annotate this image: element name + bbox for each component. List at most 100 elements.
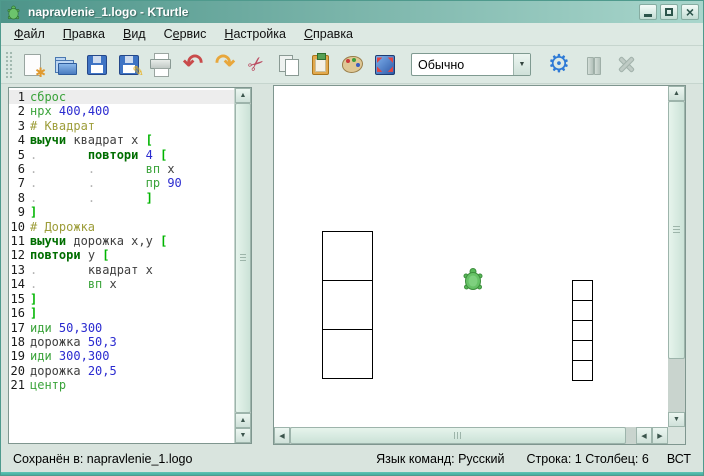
scroll-left-button[interactable]: ◀ [274,427,290,444]
menu-help[interactable]: Справка [295,25,362,43]
run-controls: ⚙ [543,50,643,80]
canvas-hscroll-track[interactable] [290,427,636,444]
code-line-1[interactable]: 1сброс [9,90,235,104]
scroll-down-icon: ▼ [240,432,247,439]
fullscreen-button[interactable]: ◤◥◣◢ [370,50,400,80]
print-button[interactable] [146,50,176,80]
minimize-button[interactable] [639,4,657,20]
code-text: . . ] [30,191,153,205]
code-line-14[interactable]: 14. вп x [9,277,235,291]
save-as-icon: ✎ [117,53,141,77]
run-button[interactable]: ⚙ [544,50,574,80]
scroll-up-icon: ▲ [240,92,247,99]
scroll-left-button-2[interactable]: ◀ [636,427,652,444]
line-number: 11 [9,234,25,248]
colors-button[interactable] [338,50,368,80]
code-text: иди 50,300 [30,321,102,335]
code-line-8[interactable]: 8. . ] [9,191,235,205]
canvas-vscroll-track[interactable] [668,101,685,412]
code-line-9[interactable]: 9] [9,205,235,219]
code-line-15[interactable]: 15] [9,292,235,306]
editor-scrollbar-thumb[interactable] [235,103,251,413]
redo-button[interactable]: ↷ [210,50,240,80]
menu-view[interactable]: Вид [114,25,155,43]
scroll-up-icon: ▲ [240,417,247,424]
code-text: ] [30,292,37,306]
new-file-button[interactable]: ✱ [18,50,48,80]
code-text: ] [30,306,37,320]
scroll-up-button[interactable]: ▲ [668,86,685,101]
scroll-up-button[interactable]: ▲ [235,88,251,103]
code-editor[interactable]: 1сброс2нрх 400,4003# Квадрат4выучи квадр… [9,88,235,443]
menu-file[interactable]: Файл [5,25,54,43]
code-line-4[interactable]: 4выучи квадрат x [ [9,133,235,147]
cut-button[interactable]: ✂ [242,50,272,80]
code-line-19[interactable]: 19иди 300,300 [9,349,235,363]
status-cursor-position: Строка: 1 Столбец: 6 [526,452,648,466]
maximize-button[interactable] [660,4,678,20]
scrollbar-corner [668,427,685,444]
close-button[interactable]: × [681,4,699,20]
code-line-7[interactable]: 7. . пр 90 [9,176,235,190]
menu-edit[interactable]: Правка [54,25,114,43]
canvas-vscroll-thumb[interactable] [668,101,685,359]
menubar: ФайлПравкаВидСервисНастройкаСправка [1,23,703,46]
code-line-12[interactable]: 12повтори y [ [9,248,235,262]
scroll-down-button[interactable]: ▼ [668,412,685,427]
code-line-13[interactable]: 13. квадрат x [9,263,235,277]
code-text: дорожка 20,5 [30,364,117,378]
main-area: 1сброс2нрх 400,4003# Квадрат4выучи квадр… [1,84,703,446]
close-icon: × [686,6,694,18]
paste-button[interactable] [306,50,336,80]
drawn-square-large [322,280,373,330]
save-button[interactable] [82,50,112,80]
editor-scrollbar-track[interactable] [235,103,251,413]
code-line-16[interactable]: 16] [9,306,235,320]
canvas-horizontal-scrollbar[interactable]: ◀ ◀ ▶ [274,427,668,444]
menu-tools[interactable]: Сервис [155,25,216,43]
status-command-language: Язык команд: Русский [376,452,504,466]
status-saved-text: Сохранён в: napravlenie_1.logo [13,452,192,466]
canvas-hscroll-thumb[interactable] [290,427,626,444]
window-title: napravlenie_1.logo - KTurtle [28,5,188,19]
toolbar-drag-handle[interactable] [5,51,13,79]
code-line-17[interactable]: 17иди 50,300 [9,321,235,335]
code-line-3[interactable]: 3# Квадрат [9,119,235,133]
open-file-button[interactable] [50,50,80,80]
code-line-6[interactable]: 6. . вп x [9,162,235,176]
code-text: центр [30,378,66,392]
code-line-11[interactable]: 11выучи дорожка x,y [ [9,234,235,248]
code-line-10[interactable]: 10# Дорожка [9,220,235,234]
speed-combobox[interactable]: Обычно ▼ [411,53,531,76]
scroll-up-button-2[interactable]: ▲ [235,413,251,428]
line-number: 1 [9,90,25,104]
undo-button[interactable]: ↶ [178,50,208,80]
printer-icon [149,53,173,77]
titlebar[interactable]: napravlenie_1.logo - KTurtle × [1,1,703,23]
line-number: 19 [9,349,25,363]
code-line-18[interactable]: 18дорожка 50,3 [9,335,235,349]
line-number: 9 [9,205,25,219]
window-bottom-edge [1,472,703,476]
copy-button[interactable] [274,50,304,80]
code-line-20[interactable]: 20дорожка 20,5 [9,364,235,378]
save-icon [85,53,109,77]
stop-button[interactable] [612,50,642,80]
code-line-5[interactable]: 5. повтори 4 [ [9,148,235,162]
turtle-canvas[interactable] [274,86,668,427]
redo-icon: ↷ [213,53,237,77]
scroll-left-icon: ◀ [279,432,284,440]
code-line-21[interactable]: 21центр [9,378,235,392]
editor-vertical-scrollbar[interactable]: ▲ ▲ ▼ [234,88,251,443]
drawn-square-small [572,300,593,321]
menu-settings[interactable]: Настройка [215,25,295,43]
code-text: дорожка 50,3 [30,335,117,349]
scroll-right-button[interactable]: ▶ [652,427,668,444]
status-insert-mode: ВСТ [667,452,691,466]
code-line-2[interactable]: 2нрх 400,400 [9,104,235,118]
code-text: . . пр 90 [30,176,182,190]
scroll-down-button[interactable]: ▼ [235,428,251,443]
save-as-button[interactable]: ✎ [114,50,144,80]
pause-button[interactable] [578,50,608,80]
canvas-vertical-scrollbar[interactable]: ▲ ▼ [668,86,685,427]
